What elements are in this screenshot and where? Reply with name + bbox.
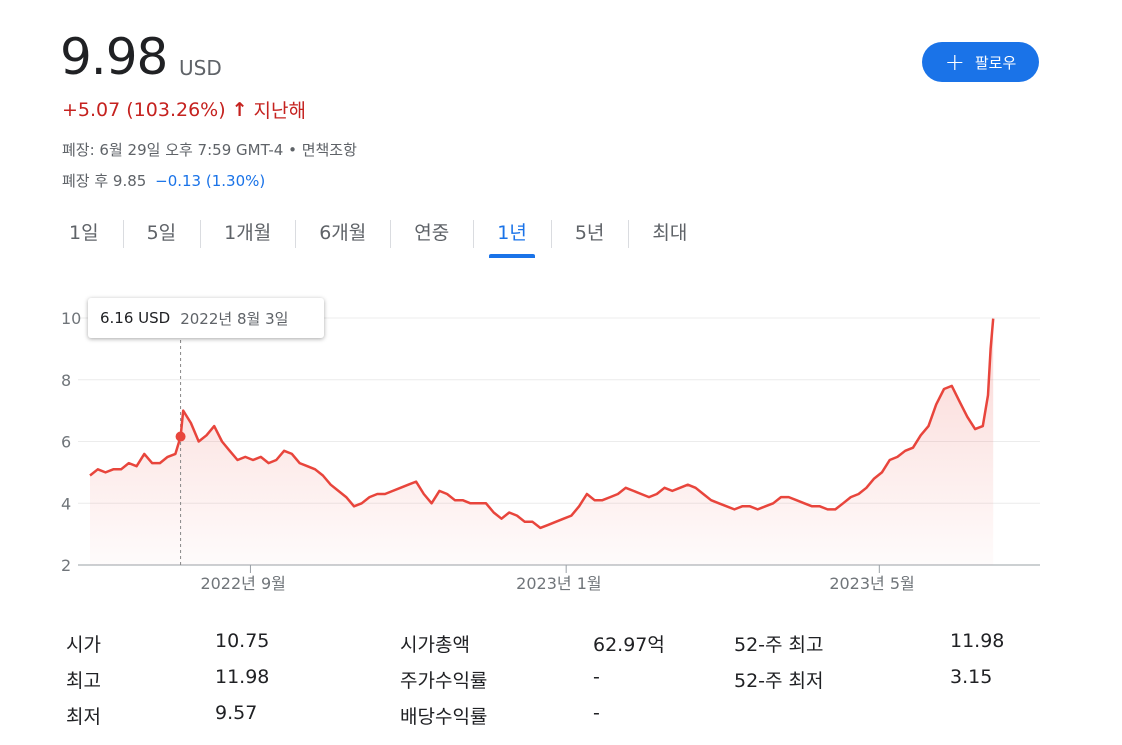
x-tick-label: 2022년 9월 — [200, 574, 285, 593]
y-tick-label: 4 — [61, 494, 71, 513]
stat-value-high: 11.98 — [215, 666, 270, 688]
tab-5d[interactable]: 5일 — [122, 216, 201, 256]
tooltip-date: 2022년 8월 3일 — [180, 309, 289, 328]
follow-button[interactable]: + 팔로우 — [922, 42, 1039, 82]
after-hours-price: 폐장 후 9.85 — [62, 172, 147, 190]
after-hours-info: 폐장 후 9.85 −0.13 (1.30%) — [62, 170, 265, 191]
stat-label-52w-low: 52-주 최저 — [734, 670, 824, 692]
stat-value-dividend: - — [593, 702, 600, 724]
x-tick-label: 2023년 5월 — [829, 574, 914, 593]
price-change: +5.07 (103.26%) ↑ 지난해 — [62, 96, 306, 123]
stat-label-52w-high: 52-주 최고 — [734, 634, 824, 656]
stat-label-pe: 주가수익률 — [400, 670, 488, 692]
current-price: 9.98 — [60, 28, 168, 86]
stat-value-low: 9.57 — [215, 702, 258, 724]
change-period: 지난해 — [253, 100, 306, 122]
stat-value-open: 10.75 — [215, 630, 270, 652]
y-tick-label: 2 — [61, 556, 71, 575]
x-tick-label: 2023년 1월 — [516, 574, 601, 593]
close-info: 폐장: 6월 29일 오후 7:59 GMT-4 • 면책조항 — [62, 141, 357, 159]
chart-tooltip: 6.16 USD 2022년 8월 3일 — [88, 298, 324, 338]
tab-max[interactable]: 최대 — [628, 216, 711, 256]
tab-5y[interactable]: 5년 — [550, 216, 629, 256]
price-chart[interactable]: 2 4 6 8 10 2022년 9월 2023년 1월 2023년 5월 — [0, 290, 1122, 610]
stat-value-52w-low: 3.15 — [950, 666, 993, 688]
stat-value-52w-high: 11.98 — [950, 630, 1005, 652]
tab-1m[interactable]: 1개월 — [200, 216, 295, 256]
arrow-up-icon: ↑ — [231, 98, 248, 121]
stat-value-mktcap: 62.97억 — [593, 634, 665, 656]
stat-label-open: 시가 — [66, 634, 101, 656]
tab-6m[interactable]: 6개월 — [295, 216, 390, 256]
y-tick-label: 6 — [61, 433, 71, 452]
change-value: +5.07 (103.26%) — [62, 98, 226, 121]
hover-point — [175, 431, 186, 442]
tooltip-price: 6.16 USD — [100, 309, 171, 327]
y-tick-label: 8 — [61, 371, 71, 390]
currency-label: USD — [179, 56, 222, 80]
stat-label-dividend: 배당수익률 — [400, 706, 488, 728]
plus-icon: + — [944, 48, 965, 76]
tab-ytd[interactable]: 연중 — [390, 216, 473, 256]
stat-value-pe: - — [593, 666, 600, 688]
stat-label-high: 최고 — [66, 670, 101, 692]
tab-1d[interactable]: 1일 — [45, 216, 123, 256]
after-hours-change: −0.13 (1.30%) — [155, 172, 266, 190]
range-tabs: 1일 5일 1개월 6개월 연중 1년 5년 최대 — [45, 216, 711, 258]
stat-label-mktcap: 시가총액 — [400, 634, 470, 656]
follow-label: 팔로우 — [974, 53, 1017, 72]
stat-label-low: 최저 — [66, 706, 101, 728]
tab-1y[interactable]: 1년 — [473, 216, 551, 258]
y-tick-label: 10 — [61, 309, 81, 328]
